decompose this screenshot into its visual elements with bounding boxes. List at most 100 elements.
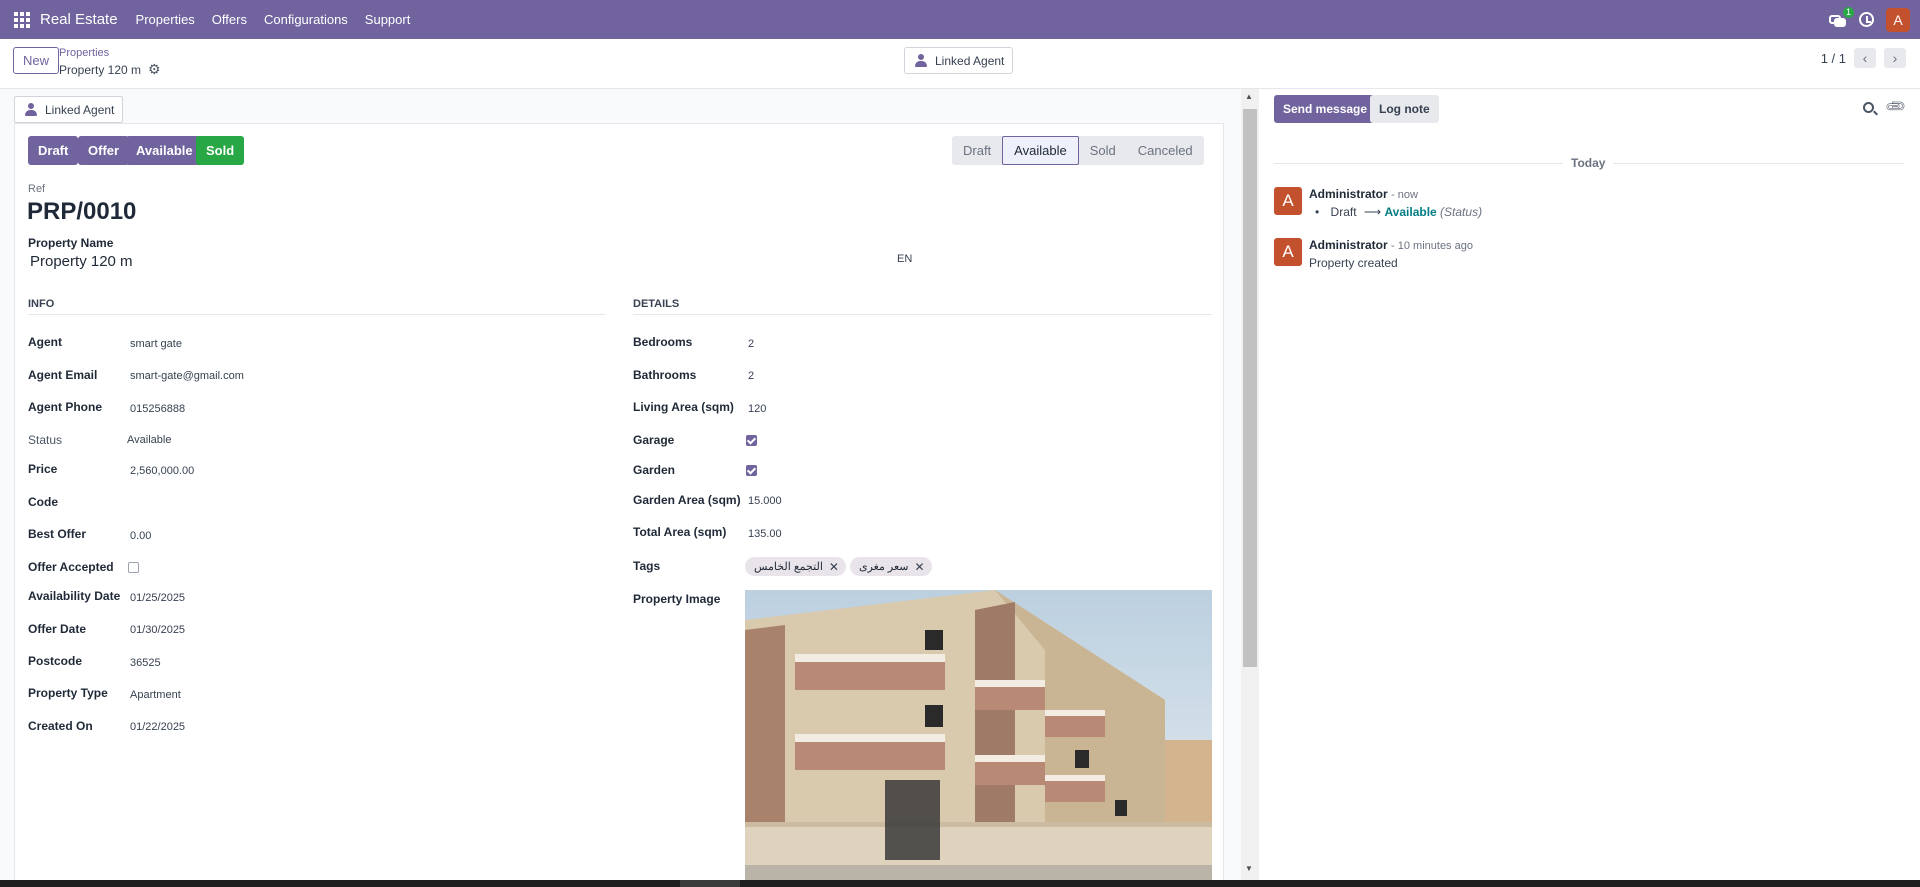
- offer-button[interactable]: Offer: [78, 136, 130, 165]
- scroll-up-icon[interactable]: ▲: [1245, 92, 1253, 101]
- price-value[interactable]: 2,560,000.00: [130, 465, 194, 477]
- apps-grid-icon[interactable]: [14, 11, 30, 28]
- best-offer-value[interactable]: 0.00: [130, 530, 151, 542]
- paperclip-icon[interactable]: 📎︎: [1884, 94, 1909, 119]
- garden-checkbox[interactable]: [746, 465, 757, 476]
- tag-chip[interactable]: التجمع الخامس ✕: [745, 557, 846, 576]
- tags-label: Tags: [633, 559, 661, 573]
- app-brand[interactable]: Real Estate: [40, 11, 118, 28]
- pager-value[interactable]: 1 / 1: [1821, 51, 1846, 66]
- tracking-old-value: Draft: [1330, 205, 1357, 219]
- message-author: Administrator - 10 minutes ago: [1309, 238, 1473, 252]
- info-divider: [28, 314, 605, 315]
- ref-value: PRP/0010: [27, 198, 137, 225]
- availability-date-value[interactable]: 01/25/2025: [130, 592, 185, 604]
- breadcrumb-current-label: Property 120 m: [59, 62, 142, 77]
- top-navbar: Real Estate Properties Offers Configurat…: [0, 0, 1920, 39]
- property-photo: [745, 590, 1212, 880]
- user-avatar[interactable]: A: [1886, 7, 1910, 32]
- stage-draft[interactable]: Draft: [952, 136, 1002, 165]
- control-panel: New Properties Property 120 m ⚙ Linked A…: [0, 39, 1920, 89]
- offer-date-value[interactable]: 01/30/2025: [130, 624, 185, 636]
- chat-icon[interactable]: 1: [1829, 6, 1854, 27]
- today-label: Today: [1563, 156, 1614, 170]
- remove-tag-icon[interactable]: ✕: [829, 560, 839, 574]
- author-name[interactable]: Administrator: [1309, 238, 1388, 252]
- search-icon[interactable]: [1863, 102, 1874, 113]
- sold-button[interactable]: Sold: [196, 136, 245, 165]
- menu-properties[interactable]: Properties: [136, 12, 195, 27]
- status-bar: Draft Available Sold Canceled: [952, 136, 1204, 165]
- person-icon: [915, 54, 927, 67]
- tag-chip[interactable]: سعر مغرى ✕: [850, 557, 932, 576]
- stage-canceled[interactable]: Canceled: [1127, 136, 1204, 165]
- garden-label: Garden: [633, 463, 676, 477]
- menu-offers[interactable]: Offers: [212, 12, 247, 27]
- info-section-title: INFO: [28, 298, 55, 310]
- send-message-button[interactable]: Send message: [1274, 95, 1377, 123]
- message-time: - 10 minutes ago: [1391, 240, 1473, 252]
- breadcrumb-current: Property 120 m ⚙: [59, 61, 161, 78]
- postcode-value[interactable]: 36525: [130, 657, 161, 669]
- pager: 1 / 1 ‹ ›: [1821, 48, 1906, 68]
- total-area-label: Total Area (sqm): [633, 525, 727, 539]
- property-name-field[interactable]: Property 120 m: [30, 253, 133, 270]
- linked-agent-form-button[interactable]: Linked Agent: [14, 96, 124, 123]
- avatar[interactable]: A: [1274, 187, 1302, 215]
- remove-tag-icon[interactable]: ✕: [915, 560, 925, 574]
- new-button[interactable]: New: [13, 47, 60, 74]
- bathrooms-value[interactable]: 2: [748, 370, 754, 382]
- scroll-down-icon[interactable]: ▼: [1245, 864, 1253, 873]
- garden-area-value[interactable]: 15.000: [748, 495, 782, 507]
- agent-email-value[interactable]: smart-gate@gmail.com: [130, 370, 244, 382]
- pager-previous-button[interactable]: ‹: [1854, 48, 1876, 68]
- available-button[interactable]: Available: [126, 136, 203, 165]
- breadcrumb-parent[interactable]: Properties: [59, 47, 109, 59]
- bedrooms-value[interactable]: 2: [748, 338, 754, 350]
- linked-agent-smart-button[interactable]: Linked Agent: [904, 47, 1014, 74]
- property-type-value[interactable]: Apartment: [130, 689, 181, 701]
- language-toggle[interactable]: EN: [897, 253, 912, 265]
- draft-button[interactable]: Draft: [28, 136, 79, 165]
- menu-configurations[interactable]: Configurations: [264, 12, 348, 27]
- living-area-value[interactable]: 120: [748, 403, 766, 415]
- total-area-value: 135.00: [748, 528, 782, 540]
- pager-next-button[interactable]: ›: [1884, 48, 1906, 68]
- best-offer-label: Best Offer: [28, 527, 87, 541]
- author-name[interactable]: Administrator: [1309, 187, 1388, 201]
- scrollbar-thumb[interactable]: [1243, 109, 1257, 667]
- message-body: Property created: [1309, 256, 1398, 270]
- log-note-button[interactable]: Log note: [1370, 95, 1439, 123]
- bottom-strip: [0, 880, 1920, 887]
- garage-label: Garage: [633, 433, 675, 447]
- stage-sold[interactable]: Sold: [1079, 136, 1127, 165]
- avatar[interactable]: A: [1274, 238, 1302, 266]
- offer-accepted-label: Offer Accepted: [28, 560, 114, 574]
- property-image[interactable]: [745, 590, 1212, 880]
- property-type-label: Property Type: [28, 686, 108, 700]
- created-on-value[interactable]: 01/22/2025: [130, 721, 185, 733]
- stage-available[interactable]: Available: [1002, 136, 1079, 165]
- person-icon: [25, 103, 37, 116]
- garage-checkbox[interactable]: [746, 435, 757, 446]
- form-scrollbar[interactable]: ▲ ▼: [1241, 89, 1259, 880]
- availability-date-label: Availability Date: [28, 589, 121, 603]
- bullet: •: [1315, 205, 1320, 219]
- clock-icon[interactable]: [1859, 12, 1874, 27]
- status-label: Status: [28, 433, 63, 447]
- agent-phone-label: Agent Phone: [28, 400, 102, 414]
- price-label: Price: [28, 462, 58, 476]
- details-divider: [633, 314, 1212, 315]
- offer-date-label: Offer Date: [28, 622, 87, 636]
- tracking-line: • Draft ⟶ Available (Status): [1315, 205, 1482, 219]
- offer-accepted-checkbox[interactable]: [128, 562, 139, 573]
- tracking-field: (Status): [1440, 205, 1483, 219]
- agent-label: Agent: [28, 335, 62, 349]
- agent-phone-value[interactable]: 015256888: [130, 403, 185, 415]
- bathrooms-label: Bathrooms: [633, 368, 697, 382]
- details-section-title: DETAILS: [633, 298, 680, 310]
- menu-support[interactable]: Support: [365, 12, 411, 27]
- postcode-label: Postcode: [28, 654, 83, 668]
- agent-value[interactable]: smart gate: [130, 338, 182, 350]
- gear-icon[interactable]: ⚙: [148, 61, 161, 78]
